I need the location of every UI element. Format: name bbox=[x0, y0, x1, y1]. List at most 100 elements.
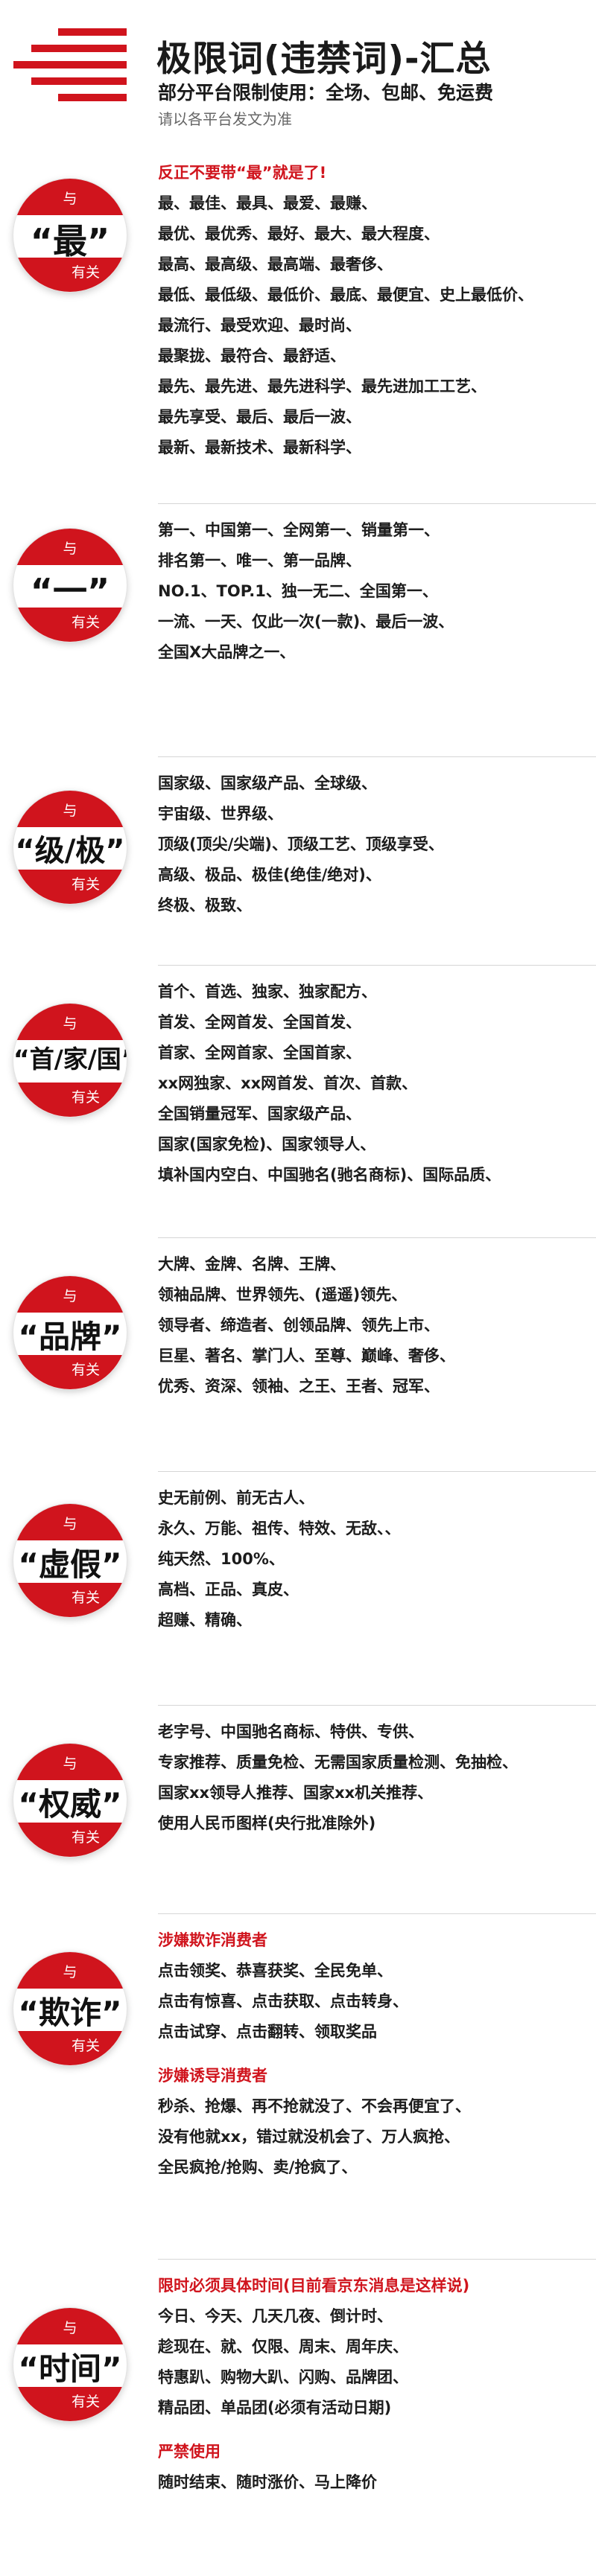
word-line: 专家推荐、质量免检、无需国家质量检测、免抽检、 bbox=[158, 1753, 518, 1771]
section-divider bbox=[158, 965, 596, 966]
category-badge: 与 “虚假” 有关 bbox=[13, 1504, 127, 1617]
word-line: 趁现在、就、仅限、周末、周年庆、 bbox=[158, 2338, 408, 2356]
category-badge: 与 “时间” 有关 bbox=[13, 2308, 127, 2421]
word-line: 优秀、资深、领袖、之王、王者、冠军、 bbox=[158, 1377, 440, 1395]
badge-bottom-label: 有关 bbox=[71, 2038, 100, 2054]
badge-keyword: “一” bbox=[30, 571, 110, 611]
badge-keyword: “最” bbox=[30, 221, 110, 261]
section-divider bbox=[158, 2259, 596, 2260]
badge-keyword: “欺诈” bbox=[18, 1995, 122, 2031]
word-line: 秒杀、抢爆、再不抢就没了、不会再便宜了、 bbox=[158, 2097, 471, 2115]
word-line: 最先、最先进、最先进科学、最先进加工工艺、 bbox=[158, 377, 486, 395]
badge-keyword: “级/极” bbox=[15, 834, 125, 868]
word-line: 国家级、国家级产品、全球级、 bbox=[158, 774, 377, 792]
badge-bottom-label: 有关 bbox=[71, 2394, 100, 2410]
badge-top-label: 与 bbox=[63, 803, 77, 819]
badge-bottom-label: 有关 bbox=[71, 1829, 100, 1846]
word-line: 巨星、著名、掌门人、至尊、巅峰、奢侈、 bbox=[158, 1347, 455, 1365]
category-badge: 与 “首/家/国” 有关 bbox=[13, 1004, 127, 1117]
section-divider bbox=[158, 1913, 596, 1914]
badge-bottom-label: 有关 bbox=[71, 264, 100, 281]
word-line: 最流行、最受欢迎、最时尚、 bbox=[158, 316, 361, 334]
badge-keyword: “虚假” bbox=[18, 1546, 122, 1583]
section-divider bbox=[158, 1471, 596, 1472]
word-line: 史无前例、前无古人、 bbox=[158, 1489, 314, 1507]
word-list: 史无前例、前无古人、 永久、万能、祖传、特效、无敌、、 纯天然、100%、 高档、正品… bbox=[158, 1483, 590, 1636]
badge-keyword: “权威” bbox=[18, 1786, 122, 1823]
subheading: 限时必须具体时间(目前看京东消息是这样说) bbox=[158, 2277, 470, 2295]
badge-top-label: 与 bbox=[63, 1516, 77, 1532]
word-line: 永久、万能、祖传、特效、无敌、、 bbox=[158, 1520, 401, 1537]
word-line: 高级、极品、极佳(绝佳/绝对)、 bbox=[158, 866, 381, 884]
subheading: 反正不要带“最”就是了! bbox=[158, 164, 327, 182]
word-line: 首家、全网首家、全国首家、 bbox=[158, 1044, 361, 1062]
word-line: 最优、最优秀、最好、最大、最大程度、 bbox=[158, 225, 440, 243]
word-line: 首发、全网首发、全国首发、 bbox=[158, 1013, 361, 1031]
section-divider bbox=[158, 756, 596, 757]
word-line: 第一、中国第一、全网第一、销量第一、 bbox=[158, 521, 440, 539]
word-line: 点击领奖、恭喜获奖、全民免单、 bbox=[158, 1962, 393, 1980]
word-line: 顶级(顶尖/尖端)、顶级工艺、顶级享受、 bbox=[158, 835, 444, 853]
badge-bottom-label: 有关 bbox=[71, 1089, 100, 1106]
badge-top-label: 与 bbox=[63, 2320, 77, 2336]
word-list: 第一、中国第一、全网第一、销量第一、 排名第一、唯一、第一品牌、 NO.1、TOP.… bbox=[158, 515, 590, 668]
word-line: 全国X大品牌之一、 bbox=[158, 643, 296, 661]
word-list: 限时必须具体时间(目前看京东消息是这样说) 今日、今天、几天几夜、倒计时、 趁现在、… bbox=[158, 2271, 590, 2498]
category-badge: 与 “权威” 有关 bbox=[13, 1744, 127, 1857]
word-line: 最高、最高级、最高端、最奢侈、 bbox=[158, 255, 393, 273]
page-subtitle: 部分平台限制使用：全场、包邮、免运费 bbox=[158, 82, 494, 103]
badge-bottom-label: 有关 bbox=[71, 1590, 100, 1606]
category-badge: 与 “级/极” 有关 bbox=[13, 791, 127, 904]
word-line: 精品团、单品团(必须有活动日期) bbox=[158, 2399, 392, 2417]
decor-bar bbox=[31, 45, 127, 52]
word-line: 宇宙级、世界级、 bbox=[158, 805, 283, 823]
decor-bar bbox=[58, 94, 127, 101]
page-title: 极限词(违禁词)-汇总 bbox=[156, 39, 492, 80]
subheading: 涉嫌诱导消费者 bbox=[158, 2067, 267, 2085]
word-line: 排名第一、唯一、第一品牌、 bbox=[158, 552, 361, 570]
word-line: 超赚、精确、 bbox=[158, 1611, 252, 1629]
section-divider bbox=[158, 1237, 596, 1238]
category-badge: 与 “品牌” 有关 bbox=[13, 1276, 127, 1389]
badge-top-label: 与 bbox=[63, 1016, 77, 1032]
word-line: 一流、一天、仅此一次(一款)、最后一波、 bbox=[158, 613, 454, 631]
section-divider bbox=[158, 503, 596, 504]
word-line: 国家(国家免检)、国家领导人、 bbox=[158, 1135, 376, 1153]
decor-bar bbox=[58, 28, 127, 36]
word-line: NO.1、TOP.1、独一无二、全国第一、 bbox=[158, 582, 438, 600]
badge-bottom-label: 有关 bbox=[71, 614, 100, 631]
word-line: 领袖品牌、世界领先、(遥遥)领先、 bbox=[158, 1286, 408, 1304]
badge-red-bottom bbox=[13, 2387, 127, 2421]
decorative-bars bbox=[0, 22, 127, 127]
category-badge: 与 “一” 有关 bbox=[13, 529, 127, 642]
word-line: 纯天然、100%、 bbox=[158, 1550, 285, 1568]
word-line: 大牌、金牌、名牌、王牌、 bbox=[158, 1255, 346, 1273]
decor-bar bbox=[13, 61, 127, 68]
badge-keyword: “首/家/国” bbox=[13, 1045, 127, 1074]
word-line: 特惠趴、购物大趴、闪购、品牌团、 bbox=[158, 2368, 408, 2386]
badge-red-bottom bbox=[13, 870, 127, 904]
section-divider bbox=[158, 1705, 596, 1706]
word-line: 全民疯抢/抢购、卖/抢疯了、 bbox=[158, 2158, 358, 2176]
badge-red-bottom bbox=[13, 1583, 127, 1617]
page-note: 请以各平台发文为准 bbox=[158, 110, 292, 128]
word-list: 国家级、国家级产品、全球级、 宇宙级、世界级、顶级(顶尖/尖端)、顶级工艺、顶级享… bbox=[158, 768, 590, 921]
decor-bar bbox=[31, 77, 127, 85]
badge-keyword: “品牌” bbox=[18, 1319, 122, 1355]
badge-top-label: 与 bbox=[63, 1964, 77, 1980]
badge-red-bottom bbox=[13, 1083, 127, 1117]
word-line: 最低、最低级、最低价、最底、最便宜、史上最低价、 bbox=[158, 286, 533, 304]
word-line: 最新、最新技术、最新科学、 bbox=[158, 439, 361, 456]
word-line: 领导者、缔造者、创领品牌、领先上市、 bbox=[158, 1316, 440, 1334]
badge-top-label: 与 bbox=[63, 1756, 77, 1772]
word-line: 没有他就xx，错过就没机会了、万人疯抢、 bbox=[158, 2128, 460, 2146]
word-line: 最先享受、最后、最后一波、 bbox=[158, 408, 361, 426]
word-list: 大牌、金牌、名牌、王牌、领袖品牌、世界领先、(遥遥)领先、领导者、缔造者、创领品… bbox=[158, 1249, 590, 1402]
badge-red-bottom bbox=[13, 1823, 127, 1857]
subheading: 涉嫌欺诈消费者 bbox=[158, 1931, 267, 1949]
word-line: 使用人民币图样(央行批准除外) bbox=[158, 1814, 376, 1832]
word-line: 今日、今天、几天几夜、倒计时、 bbox=[158, 2307, 393, 2325]
category-badge: 与 “欺诈” 有关 bbox=[13, 1952, 127, 2065]
word-line: 点击试穿、点击翻转、领取奖品 bbox=[158, 2023, 377, 2041]
